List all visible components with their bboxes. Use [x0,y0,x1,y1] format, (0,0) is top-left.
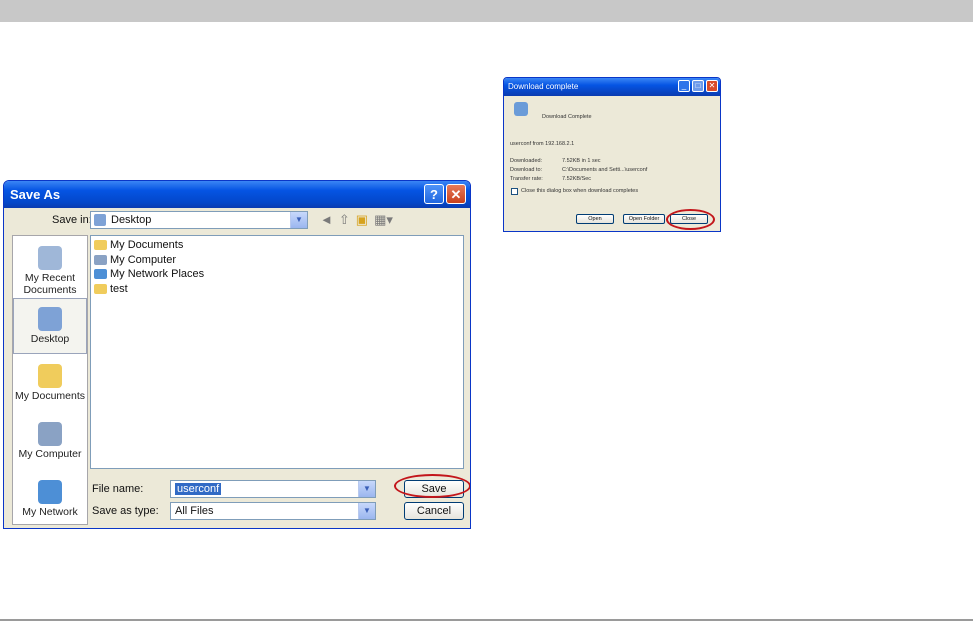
save-as-type-dropdown[interactable]: All Files ▼ [170,502,376,520]
transfer-rate-label: Transfer rate: [510,176,543,182]
new-folder-icon[interactable]: ▣ [356,212,368,228]
open-button[interactable]: Open [576,214,614,224]
minimize-icon[interactable]: _ [678,80,690,92]
computer-icon [94,254,107,265]
download-icon [514,102,528,116]
list-item[interactable]: test [94,282,460,297]
network-icon [38,480,62,504]
close-when-done-checkbox[interactable] [511,188,518,195]
place-label: Desktop [30,333,70,345]
close-when-done-label: Close this dialog box when download comp… [521,188,639,194]
place-my-network[interactable]: My Network [13,480,87,518]
folder-icon [38,364,62,388]
recent-documents-icon [38,246,62,270]
folder-icon [94,283,107,294]
place-my-computer[interactable]: My Computer [13,422,87,460]
save-as-dialog: Save As ? ✕ Save in: Desktop ▼ ◄ ⇧ ▣ ▦▾ … [3,180,471,529]
place-my-recent-documents[interactable]: My Recent Documents [13,246,87,296]
chevron-down-icon[interactable]: ▼ [358,481,375,497]
close-icon[interactable]: ✕ [446,184,466,204]
place-label: My Recent Documents [23,272,77,296]
download-to-label: Download to: [510,167,543,173]
place-label: My Network [22,506,78,518]
folder-icon [94,240,107,251]
download-to-value: C:\Documents and Setti...\userconf [562,167,648,173]
chevron-down-icon[interactable]: ▼ [290,212,307,228]
place-label: My Computer [18,448,82,460]
download-heading: Download Complete [542,114,592,120]
desktop-icon [94,214,106,226]
chevron-down-icon[interactable]: ▼ [358,503,375,519]
computer-icon [38,422,62,446]
downloaded-value: 7.52KB in 1 sec [562,158,601,164]
file-label: My Computer [110,253,177,266]
list-item[interactable]: My Computer [94,253,460,268]
file-label: test [110,282,128,295]
place-desktop[interactable]: Desktop [13,298,87,354]
place-label: My Documents [14,390,86,402]
back-icon[interactable]: ◄ [320,212,333,228]
top-band [0,0,973,22]
file-name-label: File name: [92,483,144,495]
save-as-title: Save As [4,181,470,208]
save-in-dropdown[interactable]: Desktop ▼ [90,211,308,229]
maximize-icon[interactable]: □ [692,80,704,92]
highlight-ellipse [394,474,470,498]
close-icon[interactable]: ✕ [706,80,718,92]
download-complete-dialog: Download complete _ □ ✕ Download Complet… [503,77,721,232]
up-folder-icon[interactable]: ⇧ [339,212,350,228]
save-in-label: Save in: [52,214,92,226]
network-icon [94,269,107,280]
file-list[interactable]: My Documents My Computer My Network Plac… [90,235,464,469]
save-as-type-label: Save as type: [92,505,159,517]
transfer-rate-value: 7.52KB/Sec [562,176,592,182]
list-item[interactable]: My Network Places [94,267,460,282]
file-label: My Network Places [110,268,205,281]
view-menu-icon[interactable]: ▦▾ [374,212,393,228]
downloaded-label: Downloaded: [510,158,543,164]
file-name-value: userconf [175,483,222,495]
toolbar-icons: ◄ ⇧ ▣ ▦▾ [320,212,393,228]
bottom-rule [0,619,973,621]
list-item[interactable]: My Documents [94,238,460,253]
save-in-value: Desktop [111,214,152,226]
file-label: My Documents [110,239,184,252]
download-source: userconf from 192.168.2.1 [510,141,575,147]
help-icon[interactable]: ? [424,184,444,204]
places-bar: My Recent Documents Desktop My Documents… [12,235,88,525]
save-as-type-value: All Files [175,505,214,517]
place-my-documents[interactable]: My Documents [13,364,87,402]
desktop-icon [38,307,62,331]
highlight-ellipse [666,209,715,230]
open-folder-button[interactable]: Open Folder [623,214,665,224]
cancel-button[interactable]: Cancel [404,502,464,520]
file-name-field[interactable]: userconf ▼ [170,480,376,498]
